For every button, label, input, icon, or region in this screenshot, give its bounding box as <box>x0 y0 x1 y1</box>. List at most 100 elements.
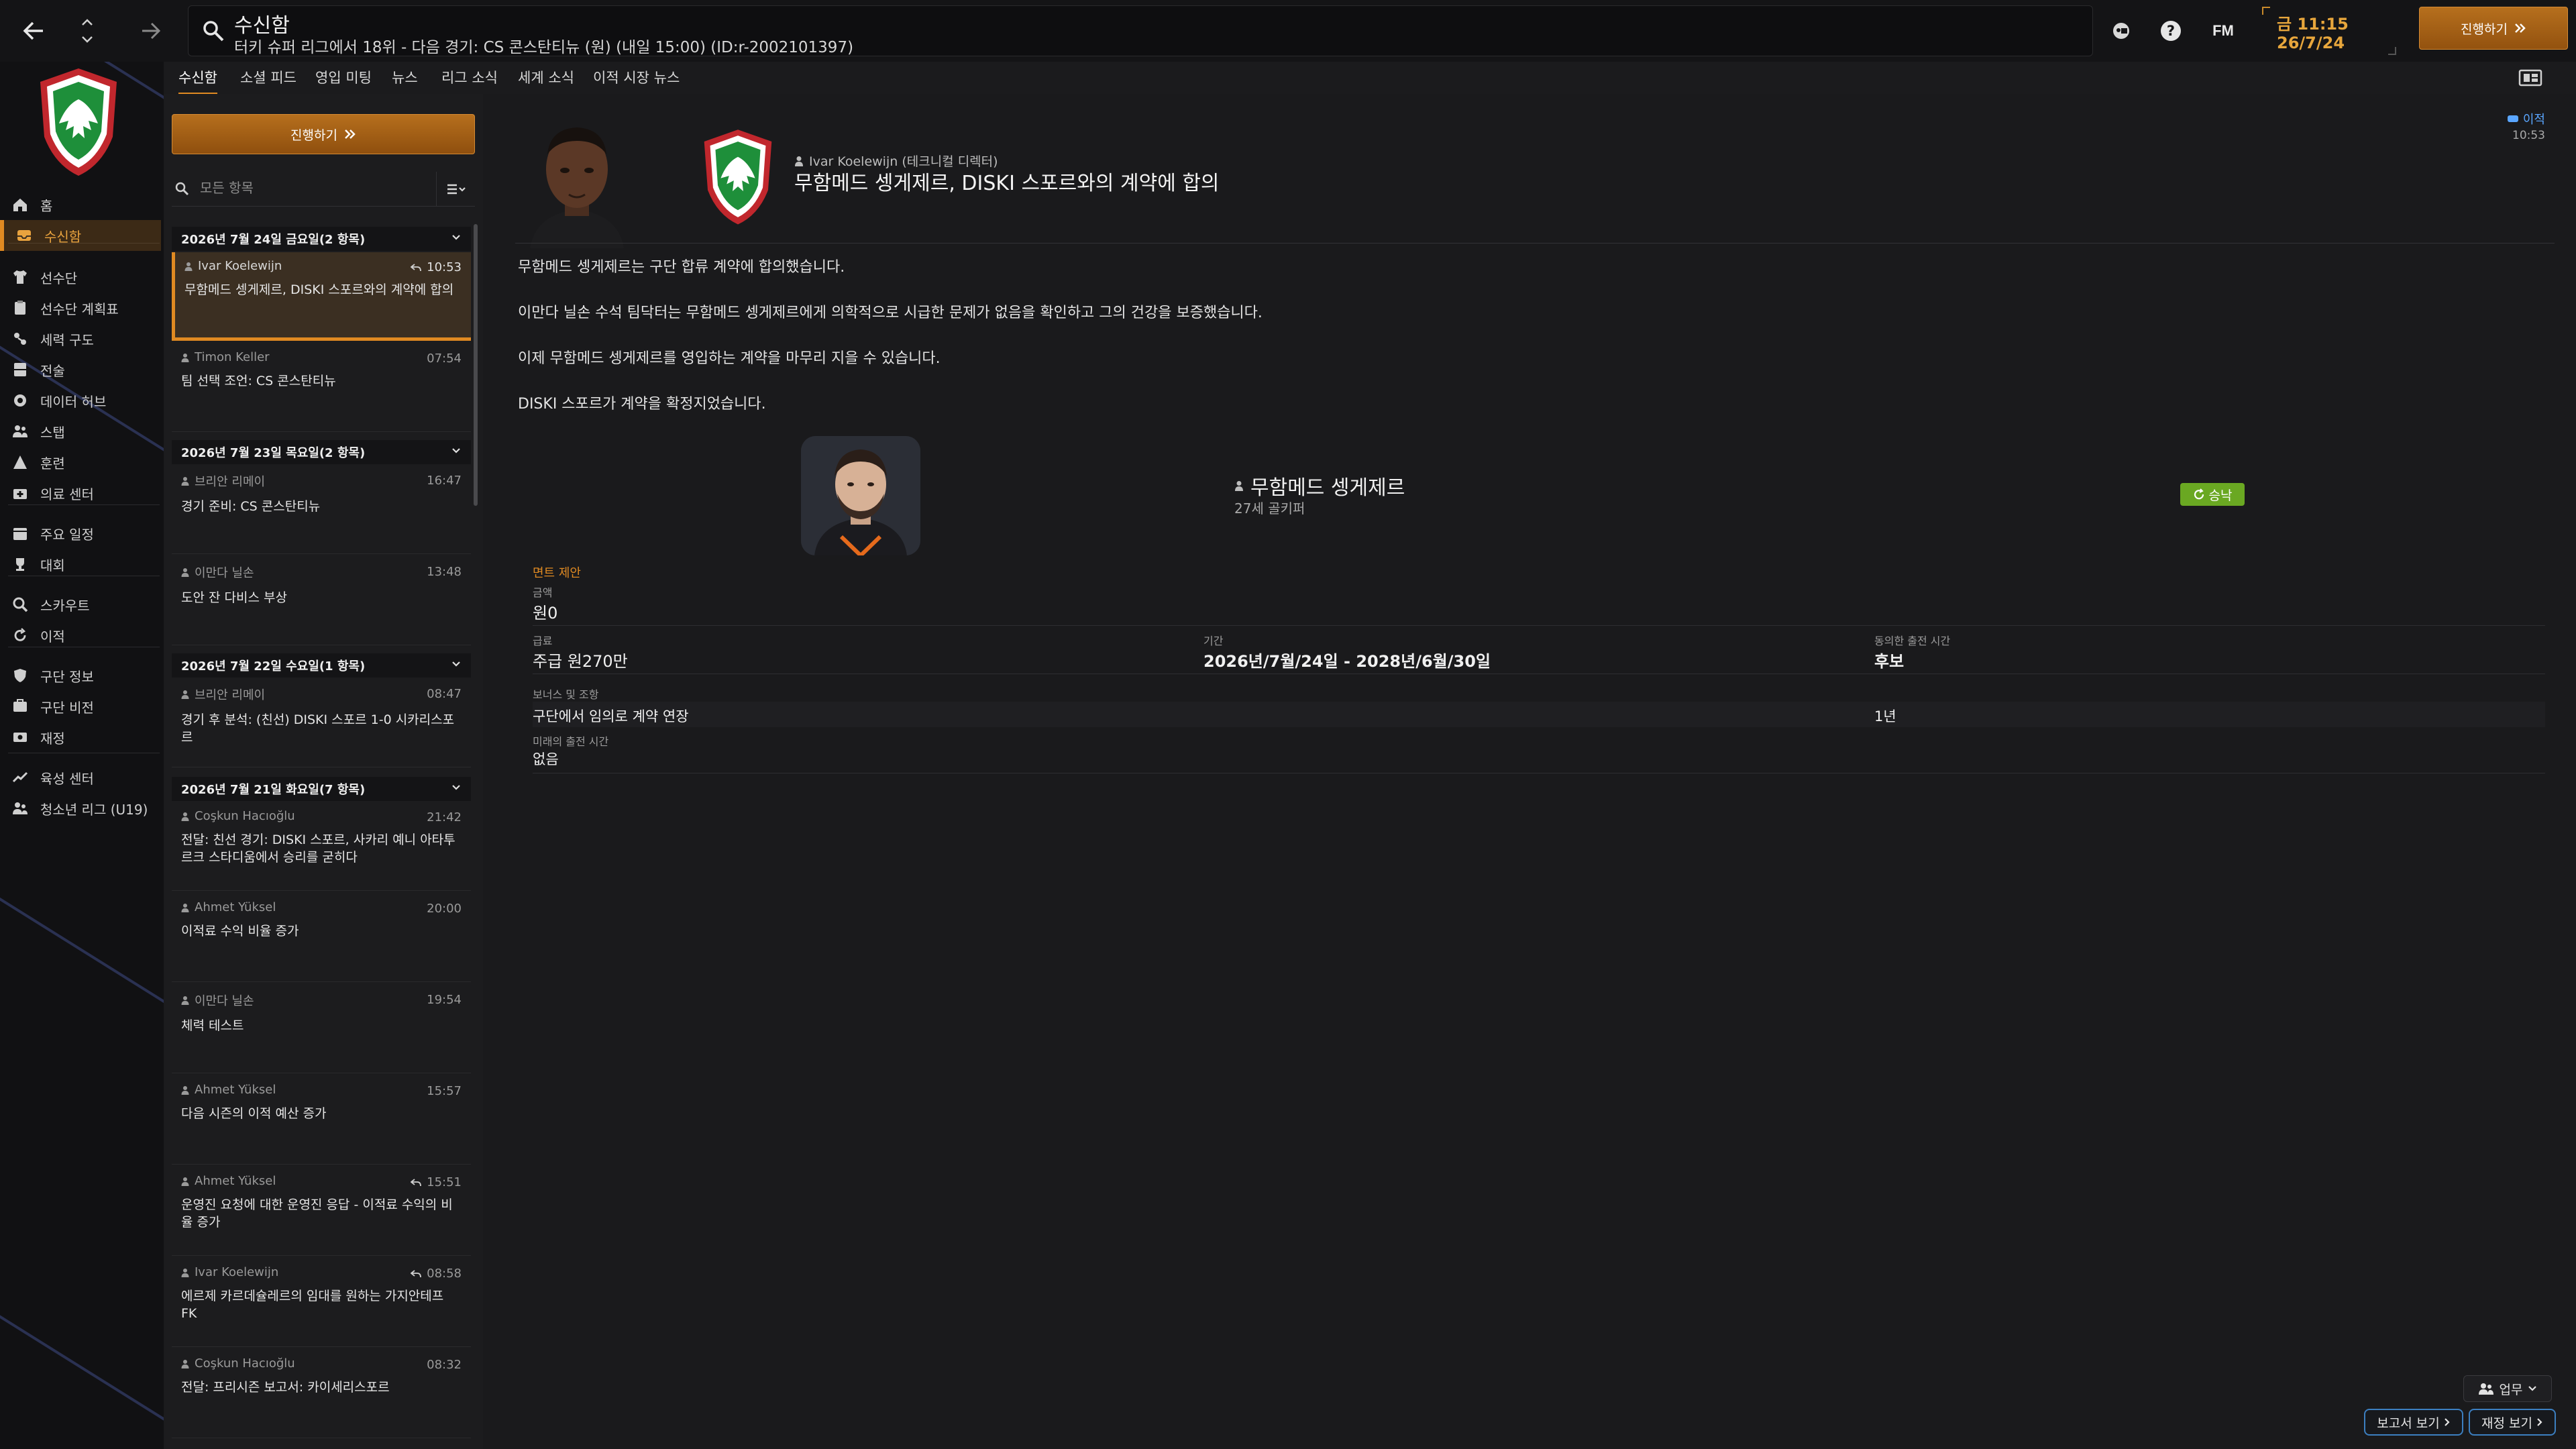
sidebar-item-transfer[interactable]: 이적 <box>0 620 161 651</box>
view-report-button[interactable]: 보고서 보기 <box>2364 1409 2463 1436</box>
tab-1[interactable]: 소셜 피드 <box>240 67 297 93</box>
view-finance-button[interactable]: 재정 보기 <box>2469 1409 2556 1436</box>
helmet-icon[interactable] <box>2108 17 2135 44</box>
sidebar-item-label: 전술 <box>40 362 65 379</box>
tab-6[interactable]: 이적 시장 뉴스 <box>593 67 680 93</box>
inbox-message[interactable]: Ahmet Yüksel 15:57 다음 시즌의 이적 예산 증가 <box>172 1076 471 1165</box>
inbox-message[interactable]: 이만다 닐손 19:54 체력 테스트 <box>172 985 471 1073</box>
sidebar-item-training[interactable]: 훈련 <box>0 447 161 478</box>
message-time: 07:54 <box>427 352 462 366</box>
inbox-message[interactable]: Timon Keller 07:54 팀 선택 조언: CS 콘스탄티뉴 <box>172 343 471 432</box>
inbox-message[interactable]: Ahmet Yüksel 20:00 이적료 수익 비율 증가 <box>172 894 471 982</box>
sidebar-item-home[interactable]: 홈 <box>0 189 161 220</box>
date-time-display[interactable]: 금 11:15 26/7/24 <box>2262 7 2396 55</box>
forward-button[interactable] <box>127 0 174 62</box>
current-time: 금 11:15 <box>2277 15 2349 34</box>
help-icon[interactable]: ? <box>2157 17 2184 44</box>
wage-value: 주급 원270만 <box>533 652 628 671</box>
sidebar-item-calendar[interactable]: 주요 일정 <box>0 518 161 549</box>
sidebar-item-vision[interactable]: 구단 비전 <box>0 691 161 722</box>
date-group-header[interactable]: 2026년 7월 23일 목요일(2 항목) <box>172 440 471 464</box>
date-group-header[interactable]: 2026년 7월 24일 금요일(2 항목) <box>172 227 471 251</box>
sidebar-item-finance[interactable]: 재정 <box>0 722 161 753</box>
double-chevron-right-icon <box>345 129 356 139</box>
inbox-message[interactable]: 이만다 닐손 13:48 도안 잔 다비스 부상 <box>172 557 471 645</box>
sidebar-item-label: 구단 비전 <box>40 699 94 716</box>
message-sender: Timon Keller <box>195 350 270 364</box>
bonus-value: 1년 <box>1874 708 1896 724</box>
inbox-scrollbar[interactable] <box>474 224 478 506</box>
person-icon <box>181 690 189 699</box>
history-button[interactable] <box>72 0 102 62</box>
sidebar-item-youth[interactable]: 청소년 리그 (U19) <box>0 793 161 824</box>
back-button[interactable] <box>7 0 60 62</box>
sidebar-item-inbox[interactable]: 수신함 <box>0 220 161 251</box>
sidebar-item-dynamics[interactable]: 세력 구도 <box>0 323 161 354</box>
vision-icon <box>13 699 27 712</box>
date-group-header[interactable]: 2026년 7월 22일 수요일(1 항목) <box>172 653 471 678</box>
tab-4[interactable]: 리그 소식 <box>441 67 498 93</box>
sidebar-item-scout[interactable]: 스카우트 <box>0 589 161 620</box>
sidebar-item-shirt[interactable]: 선수단 <box>0 262 161 292</box>
sidebar-item-label: 수신함 <box>44 228 82 245</box>
person-icon <box>181 477 189 486</box>
inbox-continue-button[interactable]: 진행하기 <box>172 114 475 154</box>
sidebar-item-label: 스탭 <box>40 424 65 441</box>
message-sender: Ahmet Yüksel <box>195 1174 276 1188</box>
bonus-row <box>533 702 2545 727</box>
period-label: 기간 <box>1203 635 1224 647</box>
fm-logo[interactable]: FM <box>2204 17 2242 44</box>
inbox-message[interactable]: Ivar Koelewijn 10:53 무함메드 셍게제르, DISKI 스포르와… <box>172 252 471 341</box>
message-sender-row: Coşkun Hacıoğlu <box>181 1356 462 1371</box>
duty-dropdown[interactable]: 업무 <box>2463 1375 2552 1402</box>
message-time: 15:57 <box>427 1084 462 1098</box>
person-icon <box>181 1268 189 1277</box>
clause-title: 면트 제안 <box>533 566 581 580</box>
message-time: 13:48 <box>427 565 462 579</box>
sidebar-item-label: 이적 <box>40 628 65 645</box>
layout-icon[interactable] <box>2518 68 2542 87</box>
tab-5[interactable]: 세계 소식 <box>518 67 574 93</box>
sidebar-item-development[interactable]: 육성 센터 <box>0 762 161 793</box>
sidebar-item-shield[interactable]: 구단 정보 <box>0 660 161 691</box>
player-name-link[interactable]: 무함메드 셍게제르 <box>1234 471 1405 500</box>
filter-menu-button[interactable] <box>436 172 475 207</box>
tab-2[interactable]: 영입 미팅 <box>315 67 372 93</box>
message-subject: 팀 선택 조언: CS 콘스탄티뉴 <box>181 374 336 388</box>
inbox-message[interactable]: Ivar Koelewijn 08:58 에르제 카르데슐레르의 임대를 원하는 가… <box>172 1258 471 1347</box>
inbox-message[interactable]: Ahmet Yüksel 15:51 운영진 요청에 대한 운영진 응답 - 이적료… <box>172 1167 471 1256</box>
sidebar-item-label: 훈련 <box>40 455 65 472</box>
inbox-message[interactable]: 브리안 리메이 16:47 경기 준비: CS 콘스탄티뉴 <box>172 466 471 554</box>
training-icon <box>13 455 27 469</box>
tab-3[interactable]: 뉴스 <box>392 67 418 93</box>
message-sender: Coşkun Hacıoğlu <box>195 809 295 823</box>
message-paragraph: 이제 무함메드 셍게제르를 영입하는 계약을 마무리 지을 수 있습니다. <box>518 350 941 367</box>
development-icon <box>12 771 28 783</box>
tab-0[interactable]: 수신함 <box>178 67 217 95</box>
sidebar-item-medical[interactable]: 의료 센터 <box>0 478 161 508</box>
transfer-tag-icon <box>2507 115 2518 122</box>
sidebar-icon-slot <box>0 453 40 471</box>
inbox-message[interactable]: Coşkun Hacıoğlu 08:32 전달: 프리시즌 보고서: 카이세리스포… <box>172 1350 471 1438</box>
sidebar-item-trophy[interactable]: 대회 <box>0 549 161 580</box>
sidebar-item-tactics[interactable]: 전술 <box>0 354 161 385</box>
duty-label: 업무 <box>2499 1382 2523 1397</box>
message-time: 08:32 <box>427 1358 462 1372</box>
club-crest-icon[interactable] <box>35 64 122 178</box>
sidebar-item-staff[interactable]: 스탭 <box>0 416 161 447</box>
inbox-message[interactable]: Coşkun Hacıoğlu 21:42 전달: 친선 경기: DISKI 스포르… <box>172 802 471 891</box>
status-label: 승낙 <box>2208 488 2233 503</box>
inbox-message[interactable]: 브리안 리메이 08:47 경기 후 분석: (친선) DISKI 스포르 1-0 … <box>172 679 471 767</box>
continue-button[interactable]: 진행하기 <box>2419 7 2568 50</box>
corner-mark <box>2388 47 2396 55</box>
inbox-filter-input[interactable] <box>200 180 401 196</box>
message-time: 21:42 <box>427 810 462 824</box>
player-photo[interactable] <box>801 436 920 555</box>
top-bar: 수신함 터키 슈퍼 리그에서 18위 - 다음 경기: CS 콘스탄티뉴 (원)… <box>0 0 2576 62</box>
message-category-tag[interactable]: 이적 <box>2507 110 2545 127</box>
date-group-header[interactable]: 2026년 7월 21일 화요일(7 항목) <box>172 777 471 801</box>
sidebar-item-data-hub[interactable]: 데이터 허브 <box>0 385 161 416</box>
sidebar-item-clipboard[interactable]: 선수단 계획표 <box>0 292 161 323</box>
search-bar[interactable]: 수신함 터키 슈퍼 리그에서 18위 - 다음 경기: CS 콘스탄티뉴 (원)… <box>188 5 2093 56</box>
date-group-label: 2026년 7월 23일 목요일(2 항목) <box>181 446 366 460</box>
